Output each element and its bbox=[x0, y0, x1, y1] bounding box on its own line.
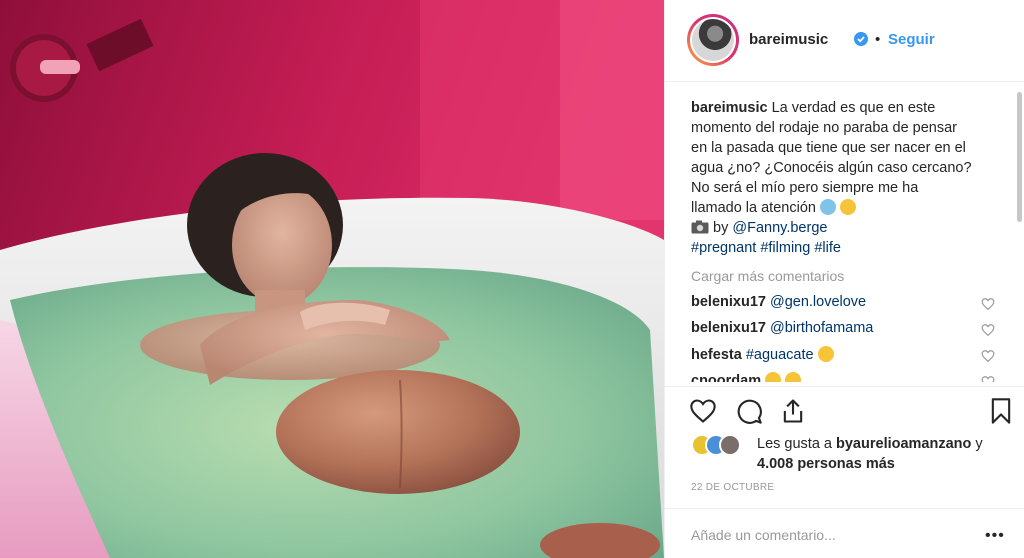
avatar-image bbox=[692, 19, 734, 61]
instagram-post: bareimusic • Seguir bareimusic La verdad… bbox=[0, 0, 1024, 558]
post-header: bareimusic • Seguir bbox=[665, 0, 1024, 82]
camera-icon bbox=[691, 220, 709, 234]
credit-link[interactable]: @Fanny.berge bbox=[732, 220, 827, 236]
grinning-emoji-icon bbox=[817, 346, 834, 362]
baby-emoji-icon bbox=[819, 199, 836, 215]
thinking-emoji-icon bbox=[840, 199, 857, 215]
caption-line: momento del rodaje no paraba de pensar bbox=[691, 120, 958, 136]
post-date[interactable]: 22 DE OCTUBRE bbox=[691, 482, 774, 493]
comment-username[interactable]: belenixu17 bbox=[691, 294, 766, 310]
caption-line: llamado la atención bbox=[691, 200, 816, 216]
likes-text: Les gusta a byaurelioamanzano y 4.008 pe… bbox=[757, 434, 983, 474]
comment-like-heart-icon[interactable] bbox=[981, 323, 995, 337]
share-icon[interactable] bbox=[779, 397, 807, 425]
comments-list[interactable]: bareimusic La verdad es que en este mome… bbox=[665, 82, 1015, 382]
emoji-icon bbox=[785, 372, 802, 382]
likes-prefix: Les gusta a bbox=[757, 436, 832, 452]
load-more-comments[interactable]: Cargar más comentarios bbox=[691, 268, 844, 284]
likes-summary: Les gusta a byaurelioamanzano y 4.008 pe… bbox=[691, 432, 1011, 480]
comment-row: cnoordam bbox=[691, 372, 991, 382]
photo-illustration bbox=[0, 0, 664, 558]
more-options-icon[interactable]: ••• bbox=[985, 527, 1005, 545]
comment-text[interactable]: @gen.lovelove bbox=[770, 294, 866, 310]
comment-row: belenixu17 @gen.lovelove bbox=[691, 294, 991, 316]
comment-like-heart-icon[interactable] bbox=[981, 297, 995, 311]
liker-avatar[interactable] bbox=[719, 434, 741, 456]
header-separator: • bbox=[875, 31, 881, 48]
action-bar bbox=[665, 386, 1024, 432]
likes-and: y bbox=[975, 436, 983, 452]
comment-text[interactable]: @birthofamama bbox=[770, 320, 873, 336]
bookmark-icon[interactable] bbox=[987, 397, 1015, 425]
post-side-panel: bareimusic • Seguir bareimusic La verdad… bbox=[664, 0, 1024, 558]
header-username[interactable]: bareimusic bbox=[749, 31, 828, 48]
caption-username[interactable]: bareimusic bbox=[691, 100, 768, 116]
like-heart-icon[interactable] bbox=[689, 397, 717, 425]
add-comment-bar: ••• bbox=[665, 508, 1024, 558]
follow-button[interactable]: Seguir bbox=[888, 31, 935, 48]
hashtag-link[interactable]: #pregnant bbox=[691, 240, 756, 256]
comment-username[interactable]: belenixu17 bbox=[691, 320, 766, 336]
comment-like-heart-icon[interactable] bbox=[981, 375, 995, 382]
comment-icon[interactable] bbox=[735, 397, 763, 425]
post-caption: bareimusic La verdad es que en este mome… bbox=[691, 98, 991, 258]
hashtag-link[interactable]: #filming bbox=[760, 240, 810, 256]
likes-user[interactable]: byaurelioamanzano bbox=[836, 436, 971, 452]
credit-prefix: by bbox=[713, 220, 729, 236]
comment-text[interactable]: #aguacate bbox=[746, 347, 814, 363]
post-photo[interactable] bbox=[0, 0, 664, 558]
verified-badge-icon bbox=[854, 32, 868, 46]
comment-row: belenixu17 @birthofamama bbox=[691, 320, 991, 342]
caption-line: No será el mío pero siempre me ha bbox=[691, 180, 919, 196]
comments-scrollbar[interactable] bbox=[1017, 92, 1022, 222]
caption-line: agua ¿no? ¿Conocéis algún caso cercano? bbox=[691, 160, 972, 176]
comment-row: hefesta #aguacate bbox=[691, 346, 991, 368]
comment-username[interactable]: cnoordam bbox=[691, 373, 761, 382]
comment-username[interactable]: hefesta bbox=[691, 347, 742, 363]
caption-line: La verdad es que en este bbox=[771, 100, 936, 116]
caption-line: en la pasada que tiene que ser nacer en … bbox=[691, 140, 966, 156]
avatar-border bbox=[690, 17, 736, 63]
avatar[interactable] bbox=[687, 14, 739, 66]
likes-count[interactable]: 4.008 personas más bbox=[757, 456, 895, 472]
emoji-icon bbox=[765, 372, 782, 382]
add-comment-input[interactable] bbox=[691, 527, 971, 543]
comment-like-heart-icon[interactable] bbox=[981, 349, 995, 363]
hashtag-link[interactable]: #life bbox=[814, 240, 841, 256]
